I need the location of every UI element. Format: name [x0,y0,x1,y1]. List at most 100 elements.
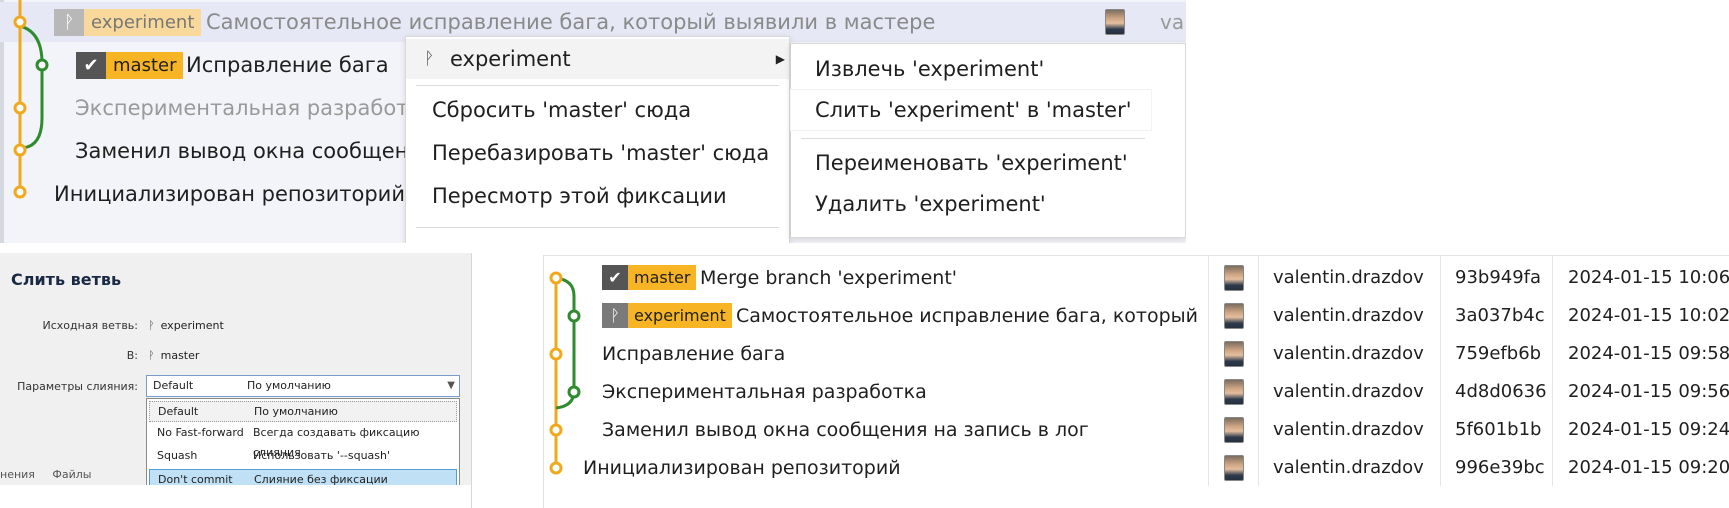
commit-author: valentin.drazdov [1273,419,1424,440]
commit-message: Исправление бага [186,53,389,77]
dialog-tabs: нения Файлы [0,468,106,481]
commit-date: 2024-01-15 10:06:22 [1568,267,1729,288]
option-name: No Fast-forward [157,426,244,439]
chevron-down-icon: ▼ [447,380,455,391]
menu-separator [416,227,779,228]
commit-message: Самостоятельное исправление бага, которы… [736,305,1198,327]
commit-node [35,58,49,72]
menu-separator [801,138,1145,139]
dropdown-option[interactable]: No Fast-forward Всегда создавать фиксаци… [149,423,457,459]
source-branch-value: ᚹ experiment [148,319,224,332]
avatar [1224,417,1244,443]
branch-tag-experiment[interactable]: ᚹ experiment [54,9,202,36]
commit-hash: 4d8d0636 [1455,381,1547,402]
menu-item-branch-experiment[interactable]: ᚹ experiment ▶ [406,39,789,79]
submenu: Извлечь 'experiment' Слить 'experiment' … [790,43,1186,238]
avatar [1224,303,1244,329]
commit-graph [13,0,49,199]
menu-item-merge[interactable]: Слить 'experiment' в 'master' [791,90,1151,130]
table-row[interactable]: Экспериментальная разработка valentin.dr… [544,373,1729,411]
commit-author: valentin.drazdov [1273,343,1424,364]
commit-date: 2024-01-15 09:56:55 [1568,381,1729,402]
menu-item-rebase[interactable]: Перебазировать 'master' сюда [406,133,789,173]
tab-files[interactable]: Файлы [52,468,91,481]
table-row[interactable]: Исправление бага valentin.drazdov 759efb… [544,335,1729,373]
context-menu: ᚹ experiment ▶ Сбросить 'master' сюда Пе… [405,36,790,243]
target-branch-label: В: [126,349,138,362]
check-icon: ✔ [602,265,628,290]
partial-icon: ✥ [424,235,438,243]
commit-author: valentin.drazdov [1273,457,1424,478]
branch-icon: ᚹ [148,349,155,362]
source-branch-name: experiment [160,319,224,332]
option-desc: По умолчанию [254,405,338,418]
avatar [1224,341,1244,367]
commit-date: 2024-01-15 09:20:38 [1568,457,1729,478]
merge-params-select[interactable]: Default По умолчанию ▼ [146,375,460,397]
menu-item-label: experiment [450,47,571,71]
dropdown-option[interactable]: Default По умолчанию [149,401,457,422]
commit-message: Экспериментальная разработка [602,381,927,403]
menu-item-partial[interactable]: ✥ С [406,235,789,243]
branch-tag-master[interactable]: ✔ master [602,265,697,290]
option-name: Squash [157,449,198,462]
commit-message: Экспериментальная разработка [75,96,434,120]
branch-tag-label: master [106,52,184,79]
commit-author: val [1160,10,1186,34]
target-branch-value: ᚹ master [148,349,199,362]
commit-hash: 3a037b4c [1455,305,1545,326]
option-name: Default [158,405,199,418]
select-value-desc: По умолчанию [247,379,331,392]
menu-item-checkout[interactable]: Извлечь 'experiment' [791,49,1151,89]
dialog-bottom-area [0,485,471,508]
menu-separator [416,85,779,86]
submenu-arrow-icon: ▶ [775,52,785,66]
table-row[interactable]: Инициализирован репозиторий valentin.dra… [544,449,1729,487]
menu-item-rename[interactable]: Переименовать 'experiment' [791,143,1151,183]
history-panel-top: ᚹ experiment Самостоятельное исправление… [0,0,1186,243]
commit-hash: 93b949fa [1455,267,1542,288]
branch-icon: ᚹ [148,319,155,332]
menu-item-reset[interactable]: Сбросить 'master' сюда [406,90,789,130]
avatar [1224,379,1244,405]
target-branch-name: master [160,349,200,362]
commit-message: Merge branch 'experiment' [700,267,958,289]
commit-author: valentin.drazdov [1273,267,1424,288]
dropdown-option[interactable]: Squash Использовать '--squash' [149,446,457,467]
tab-changes[interactable]: нения [0,468,35,481]
source-branch-label: Исходная ветвь: [42,319,139,332]
branch-line-side [19,24,44,64]
commit-node [13,101,27,115]
commit-message: Инициализирован репозиторий [54,182,405,206]
commit-hash: 996e39bc [1455,457,1545,478]
menu-item-review[interactable]: Пересмотр этой фиксации [406,176,789,216]
menu-item-delete[interactable]: Удалить 'experiment' [791,184,1151,224]
merge-params-label: Параметры слияния: [17,380,138,393]
merge-dialog: Слить ветвь Исходная ветвь: ᚹ experiment … [0,253,472,508]
avatar [1224,455,1244,481]
commit-date: 2024-01-15 10:02:37 [1568,305,1729,326]
commit-hash: 5f601b1b [1455,419,1542,440]
dialog-title: Слить ветвь [11,270,122,289]
branch-tag-master[interactable]: ✔ master [76,52,184,79]
branch-tag-label: experiment [84,9,202,36]
branch-icon: ᚹ [602,303,628,328]
commit-node [13,143,27,157]
branch-tag-label: master [628,265,697,290]
commit-message: Заменил вывод окна сообщения на запись в… [602,419,1089,441]
merge-params-dropdown: Default По умолчанию No Fast-forward Все… [146,398,460,496]
commit-node [13,15,27,29]
table-row[interactable]: Заменил вывод окна сообщения на запись в… [544,411,1729,449]
commit-date: 2024-01-15 09:58:28 [1568,343,1729,364]
commit-date: 2024-01-15 09:24:35 [1568,419,1729,440]
table-row[interactable]: ᚹ experiment Самостоятельное исправление… [544,297,1729,335]
branch-tag-experiment[interactable]: ᚹ experiment [602,303,732,328]
select-value-name: Default [153,379,194,392]
history-panel-bottom: ✔ master Merge branch 'experiment' valen… [543,255,1729,508]
avatar [1105,9,1125,35]
option-desc: Использовать '--squash' [253,449,391,462]
table-row[interactable]: ✔ master Merge branch 'experiment' valen… [544,259,1729,297]
branch-icon: ᚹ [424,49,435,69]
check-icon: ✔ [76,52,106,79]
branch-tag-label: experiment [628,303,732,328]
